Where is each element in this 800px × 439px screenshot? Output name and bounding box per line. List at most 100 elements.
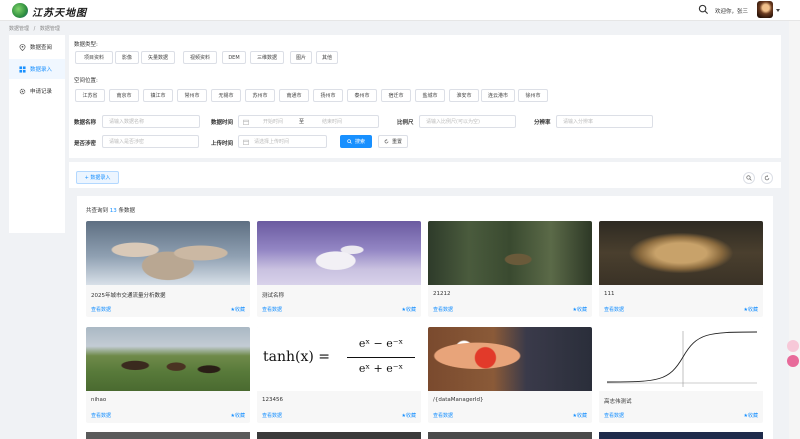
search-icon [746, 175, 752, 181]
card-image-deer[interactable] [428, 221, 592, 285]
location-tag[interactable]: 常州市 [177, 89, 207, 102]
location-tag[interactable]: 苏州市 [245, 89, 275, 102]
location-tag[interactable]: 徐州市 [518, 89, 548, 102]
scale-input[interactable]: 请输入比例尺(可以为空) [419, 115, 516, 128]
type-tag[interactable]: 三维数据 [250, 51, 284, 64]
calendar-icon [243, 139, 249, 145]
location-tag[interactable]: 江苏省 [75, 89, 105, 102]
type-tag[interactable]: 其他 [316, 51, 338, 64]
view-data-link[interactable]: 查看数据 [91, 412, 111, 419]
sidebar: 数据查阅 数据录入 申请记录 [9, 35, 65, 233]
card-image-tanh-formula[interactable]: tanh(x) = eˣ − e⁻ˣ eˣ + e⁻ˣ [257, 327, 421, 391]
gear-icon [19, 88, 26, 94]
breadcrumb-item[interactable]: 数据管理 [9, 26, 29, 32]
location-tag[interactable]: 南京市 [109, 89, 139, 102]
card-title: 2025年城市交通流量分析数据 [91, 293, 166, 299]
card-image-partial [428, 432, 592, 439]
favorite-button[interactable]: ★收藏 [573, 306, 587, 313]
resolution-label: 分辨率 [534, 120, 551, 126]
data-card[interactable]: 2025年城市交通流量分析数据 查看数据 ★收藏 [86, 221, 250, 317]
location-tag[interactable]: 无锡市 [211, 89, 241, 102]
floating-helper-icon[interactable] [787, 340, 799, 352]
top-header: 江苏天地图 欢迎你，张三 [0, 0, 800, 21]
secret-input[interactable]: 请输入是否涉密 [102, 135, 199, 148]
card-image-cartoon[interactable] [428, 327, 592, 391]
view-data-link[interactable]: 查看数据 [262, 306, 282, 313]
search-icon[interactable] [698, 4, 709, 15]
view-data-link[interactable]: 查看数据 [262, 412, 282, 419]
refresh-button[interactable] [761, 172, 773, 184]
sidebar-item-data-browse[interactable]: 数据查阅 [9, 37, 65, 57]
location-tag[interactable]: 镇江市 [143, 89, 173, 102]
favorite-button[interactable]: ★收藏 [402, 412, 416, 419]
filter-panel: 数据类型: 项目资料 影像 矢量数据 视频资料 DEM 三维数据 图片 其他 空… [69, 35, 781, 158]
type-tag[interactable]: 矢量数据 [141, 51, 175, 64]
reset-button[interactable]: 重置 [378, 135, 408, 148]
search-toggle-button[interactable] [743, 172, 755, 184]
card-image-sigmoid-plot[interactable] [599, 327, 763, 391]
data-card[interactable]: tanh(x) = eˣ − e⁻ˣ eˣ + e⁻ˣ 123456 查看数据 … [257, 327, 421, 423]
favorite-button[interactable]: ★收藏 [744, 412, 758, 419]
refresh-icon [764, 175, 770, 181]
favorite-button[interactable]: ★收藏 [573, 412, 587, 419]
scrollbar[interactable] [789, 21, 800, 439]
type-tag[interactable]: DEM [222, 51, 246, 64]
location-tag[interactable]: 南通市 [279, 89, 309, 102]
card-image-partial [599, 432, 763, 439]
card-image-lioness[interactable] [599, 221, 763, 285]
sidebar-item-data-entry[interactable]: 数据录入 [9, 59, 65, 79]
favorite-button[interactable]: ★收藏 [402, 306, 416, 313]
location-tag[interactable]: 泰州市 [347, 89, 377, 102]
card-image-monkeys[interactable] [86, 221, 250, 285]
view-data-link[interactable]: 查看数据 [604, 306, 624, 313]
location-tag[interactable]: 连云港市 [481, 89, 515, 102]
secret-label: 是否涉密 [74, 141, 97, 147]
sigmoid-curve-icon [606, 331, 758, 387]
data-card[interactable]: nihao 查看数据 ★收藏 [86, 327, 250, 423]
breadcrumb-separator: / [33, 26, 36, 32]
location-label: 空间位置: [74, 78, 98, 84]
data-card[interactable]: /{dataManagerId} 查看数据 ★收藏 [428, 327, 592, 423]
grid-icon [19, 65, 26, 73]
resolution-input[interactable]: 请输入分辨率 [556, 115, 653, 128]
view-data-link[interactable]: 查看数据 [604, 412, 624, 419]
floating-chat-icon[interactable] [787, 355, 799, 367]
data-name-input[interactable]: 请输入数据名称 [102, 115, 200, 128]
location-icon [19, 43, 26, 51]
upload-time-input[interactable]: 请选择上传时间 [238, 135, 327, 148]
view-data-link[interactable]: 查看数据 [91, 306, 111, 313]
data-time-label: 数据时间 [211, 120, 234, 126]
location-tag[interactable]: 盐城市 [415, 89, 445, 102]
search-button[interactable]: 搜索 [340, 135, 372, 148]
data-card[interactable]: 测试名称 查看数据 ★收藏 [257, 221, 421, 317]
location-tag[interactable]: 扬州市 [313, 89, 343, 102]
date-range-input[interactable]: 开始时间 至 结束时间 [238, 115, 379, 128]
type-tag[interactable]: 项目资料 [75, 51, 113, 64]
sidebar-item-label: 申请记录 [30, 89, 53, 95]
scale-label: 比例尺 [397, 120, 414, 126]
favorite-button[interactable]: ★收藏 [231, 306, 245, 313]
chevron-down-icon[interactable] [776, 9, 780, 12]
type-tag[interactable]: 视频资料 [183, 51, 217, 64]
sidebar-item-label: 数据查阅 [30, 45, 53, 51]
card-image-horses[interactable] [86, 327, 250, 391]
view-data-link[interactable]: 查看数据 [433, 306, 453, 313]
data-card[interactable]: 高志伟测试 查看数据 ★收藏 [599, 327, 763, 423]
count-suffix: 条数据 [118, 208, 136, 214]
type-tag[interactable]: 图片 [290, 51, 312, 64]
view-data-link[interactable]: 查看数据 [433, 412, 453, 419]
sidebar-item-apply-records[interactable]: 申请记录 [9, 81, 65, 101]
range-separator: 至 [299, 119, 305, 125]
add-data-button[interactable]: + 数据录入 [76, 171, 119, 184]
favorite-button[interactable]: ★收藏 [744, 306, 758, 313]
location-tag[interactable]: 宿迁市 [381, 89, 411, 102]
breadcrumb: 数据管理 / 数据管理 [9, 25, 63, 32]
avatar[interactable] [757, 1, 773, 18]
favorite-button[interactable]: ★收藏 [231, 412, 245, 419]
type-tag[interactable]: 影像 [115, 51, 139, 64]
data-card[interactable]: 111 查看数据 ★收藏 [599, 221, 763, 317]
location-tag[interactable]: 淮安市 [449, 89, 479, 102]
upload-time-label: 上传时间 [211, 141, 234, 147]
data-card[interactable]: 21212 查看数据 ★收藏 [428, 221, 592, 317]
card-image-arctic-fox[interactable] [257, 221, 421, 285]
